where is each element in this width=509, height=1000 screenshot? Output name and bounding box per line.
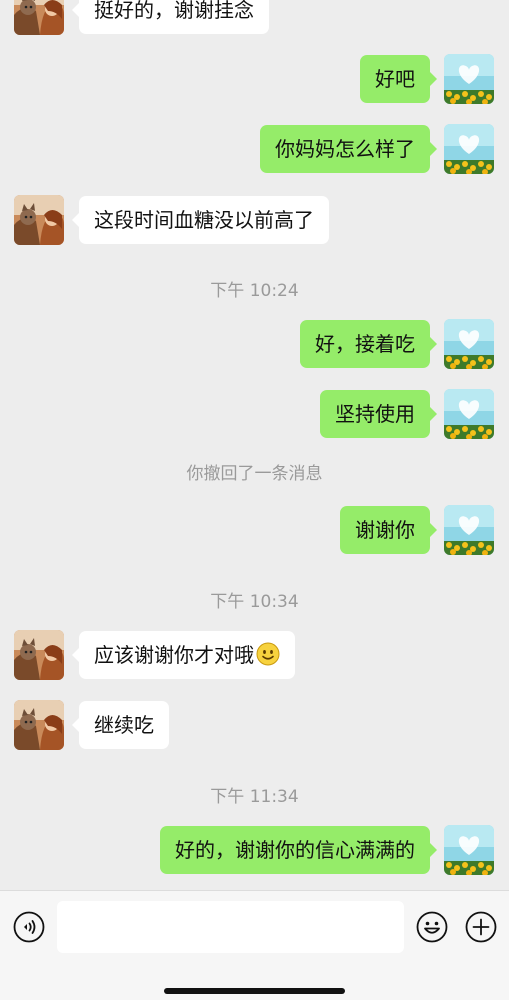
input-bar bbox=[0, 890, 509, 1000]
outgoing-message[interactable]: 好吧 bbox=[360, 55, 437, 103]
incoming-message[interactable]: 继续吃 bbox=[72, 701, 169, 749]
timestamp: 下午 10:24 bbox=[210, 281, 299, 301]
timestamp: 下午 11:34 bbox=[210, 787, 299, 807]
contact-avatar[interactable] bbox=[14, 0, 64, 35]
my-avatar[interactable] bbox=[444, 124, 494, 174]
my-avatar[interactable] bbox=[444, 825, 494, 875]
my-avatar[interactable] bbox=[444, 319, 494, 369]
smile-emoji-icon bbox=[256, 642, 280, 666]
outgoing-message[interactable]: 你妈妈怎么样了 bbox=[260, 125, 437, 173]
chat-area[interactable]: 挺好的，谢谢挂念 好吧 你妈妈怎么样了 这段时间血糖没以前高了 下午 10:24… bbox=[0, 0, 509, 890]
emoji-icon[interactable] bbox=[416, 911, 448, 943]
recall-notice: 你撤回了一条消息 bbox=[186, 464, 323, 484]
incoming-message[interactable]: 应该谢谢你才对哦 bbox=[72, 631, 295, 679]
timestamp: 下午 10:34 bbox=[210, 592, 299, 612]
my-avatar[interactable] bbox=[444, 54, 494, 104]
incoming-message[interactable]: 挺好的，谢谢挂念 bbox=[72, 0, 269, 34]
contact-avatar[interactable] bbox=[14, 700, 64, 750]
outgoing-message[interactable]: 好的，谢谢你的信心满满的 bbox=[160, 826, 437, 874]
outgoing-message[interactable]: 坚持使用 bbox=[320, 390, 437, 438]
my-avatar[interactable] bbox=[444, 505, 494, 555]
contact-avatar[interactable] bbox=[14, 630, 64, 680]
contact-avatar[interactable] bbox=[14, 195, 64, 245]
plus-icon[interactable] bbox=[465, 911, 497, 943]
message-text: 应该谢谢你才对哦 bbox=[94, 643, 254, 667]
my-avatar[interactable] bbox=[444, 389, 494, 439]
message-input[interactable] bbox=[57, 901, 404, 953]
outgoing-message[interactable]: 好，接着吃 bbox=[300, 320, 437, 368]
outgoing-message[interactable]: 谢谢你 bbox=[340, 506, 437, 554]
incoming-message[interactable]: 这段时间血糖没以前高了 bbox=[72, 196, 329, 244]
voice-icon[interactable] bbox=[13, 911, 45, 943]
home-indicator bbox=[164, 988, 345, 994]
